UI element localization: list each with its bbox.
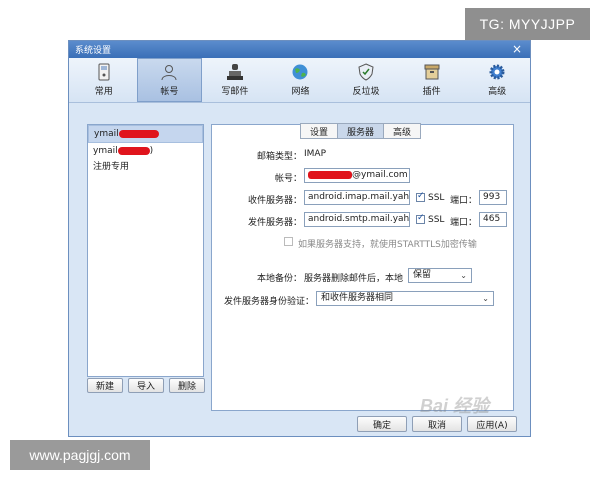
tool-account[interactable]: 帐号 [136, 58, 203, 102]
shield-icon [358, 63, 374, 81]
phone-icon [98, 63, 110, 81]
cancel-button[interactable]: 取消 [412, 416, 462, 432]
redaction-mark [118, 129, 159, 138]
backup-select-value: 保留 [413, 270, 432, 280]
auth-select-value: 和收件服务器相同 [321, 293, 394, 303]
user-icon [161, 65, 177, 81]
tool-general-label: 常用 [94, 87, 113, 97]
tool-antispam[interactable]: 反垃圾 [333, 58, 399, 102]
baidu-watermark: Bai 经验 [420, 396, 490, 416]
gear-icon [489, 64, 505, 80]
incoming-port-label: 端口： [450, 196, 478, 206]
import-account-button[interactable]: 导入 [128, 378, 164, 393]
tool-plugins[interactable]: 插件 [399, 58, 465, 102]
tool-advanced[interactable]: 高级 [464, 58, 530, 102]
tool-compose[interactable]: 写邮件 [202, 58, 268, 102]
tool-plugins-label: 插件 [422, 87, 441, 97]
tool-general[interactable]: 常用 [71, 58, 137, 102]
mailbox-type-label: 邮箱类型： [256, 152, 302, 162]
outgoing-server-field[interactable]: android.smtp.mail.yaho [304, 212, 410, 227]
close-button[interactable]: × [512, 42, 522, 56]
account-field-value: @ymail.com [352, 170, 408, 180]
outgoing-ssl-checkbox[interactable] [416, 213, 425, 224]
outgoing-port-field[interactable]: 465 [479, 212, 507, 227]
starttls-checkbox[interactable] [284, 237, 293, 246]
account-item-1[interactable]: ymail [88, 125, 203, 143]
account-item-2[interactable]: ymail) [88, 143, 203, 159]
tab-advanced[interactable]: 高级 [383, 123, 422, 139]
chevron-down-icon: ⌄ [482, 294, 489, 303]
tool-compose-label: 写邮件 [221, 87, 249, 97]
tool-antispam-label: 反垃圾 [352, 87, 380, 97]
account-settings-panel: 设置 服务器 高级 邮箱类型： IMAP 帐号： @ymail.com 收件服务… [211, 123, 514, 411]
watermark-website: www.pagjgj.com [10, 440, 150, 470]
incoming-server-label: 收件服务器： [247, 196, 302, 206]
ok-button[interactable]: 确定 [357, 416, 407, 432]
new-account-button[interactable]: 新建 [87, 378, 123, 393]
auth-select[interactable]: 和收件服务器相同 ⌄ [316, 291, 494, 306]
delete-account-button[interactable]: 删除 [169, 378, 205, 393]
tool-network[interactable]: 网络 [268, 58, 334, 102]
globe-icon [292, 64, 308, 80]
system-settings-window: 系统设置 × 常用 帐号 写邮件 网络 反垃圾 插件 高级 ymail ymai… [68, 40, 531, 437]
redaction-mark [117, 146, 150, 155]
settings-toolbar: 常用 帐号 写邮件 网络 反垃圾 插件 高级 [69, 58, 530, 103]
backup-description: 服务器删除邮件后，本地 [304, 274, 404, 284]
auth-label: 发件服务器身份验证： [223, 297, 314, 307]
incoming-ssl-checkbox[interactable] [416, 191, 425, 202]
redaction-mark [308, 170, 352, 179]
account-item-3-label: 注册专用 [93, 162, 130, 172]
mailbox-type-value: IMAP [304, 149, 327, 159]
account-item-3[interactable]: 注册专用 [88, 159, 203, 175]
tab-server[interactable]: 服务器 [337, 123, 385, 139]
box-icon [424, 64, 440, 80]
account-label: 帐号： [274, 174, 302, 184]
starttls-label: 如果服务器支持，就使用STARTTLS加密传输 [298, 240, 477, 250]
settings-tabs: 设置 服务器 高级 [300, 123, 422, 139]
outgoing-port-label: 端口： [450, 218, 478, 228]
outgoing-ssl-label: SSL [428, 215, 445, 225]
title-bar: 系统设置 × [69, 41, 530, 58]
tab-settings[interactable]: 设置 [300, 123, 339, 139]
tool-advanced-label: 高级 [488, 87, 507, 97]
account-actions: 新建 导入 删除 [87, 378, 205, 393]
backup-label: 本地备份： [256, 274, 302, 284]
tool-account-label: 帐号 [160, 87, 179, 97]
account-item-2-label: ymail [93, 146, 118, 156]
chevron-down-icon: ⌄ [460, 271, 467, 280]
incoming-server-field[interactable]: android.imap.mail.yahoo [304, 190, 410, 205]
incoming-ssl-label: SSL [428, 193, 445, 203]
account-item-2-suffix: ) [149, 146, 154, 156]
account-field[interactable]: @ymail.com [304, 168, 410, 183]
window-title: 系统设置 [75, 46, 112, 56]
stamp-icon [226, 64, 243, 80]
apply-button[interactable]: 应用(A) [467, 416, 517, 432]
account-list: ymail ymail) 注册专用 [87, 124, 204, 377]
outgoing-server-label: 发件服务器： [247, 218, 302, 228]
account-item-1-label: ymail [94, 129, 119, 139]
tool-network-label: 网络 [291, 87, 310, 97]
watermark-telegram: TG: MYYJJPP [465, 8, 590, 40]
backup-select[interactable]: 保留 ⌄ [408, 268, 472, 283]
incoming-port-field[interactable]: 993 [479, 190, 507, 205]
